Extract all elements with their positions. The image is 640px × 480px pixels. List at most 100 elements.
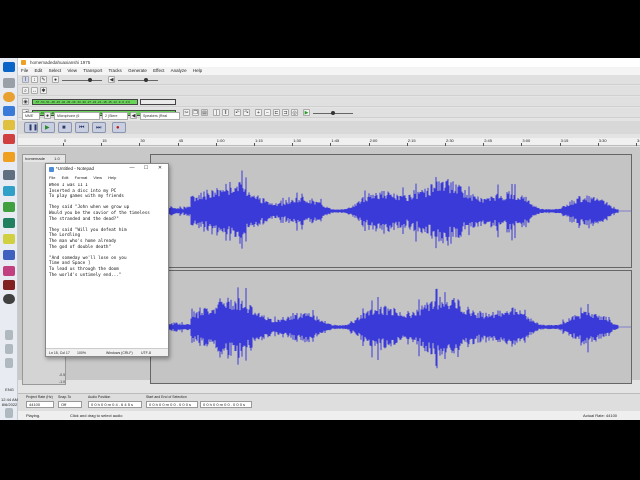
selection-tool-icon[interactable]: I bbox=[22, 76, 29, 83]
track-name: homemade bbox=[25, 156, 46, 161]
play-button[interactable]: ▶ bbox=[41, 122, 55, 133]
skip-end-button[interactable]: ⏭ bbox=[92, 122, 106, 133]
draw-tool-icon[interactable]: ✎ bbox=[40, 76, 47, 83]
recording-channels-select[interactable]: 2 (Stere bbox=[102, 112, 128, 120]
menu-tracks[interactable]: Tracks bbox=[108, 68, 121, 73]
window-titlebar: homemadedahuaxianshi 1975 bbox=[18, 58, 640, 67]
waveform-left-channel[interactable] bbox=[150, 154, 632, 268]
notepad-menu-format[interactable]: Format bbox=[75, 175, 88, 180]
notepad-menu-file[interactable]: File bbox=[49, 175, 55, 180]
menu-bar: File Edit Select View Transport Tracks G… bbox=[18, 67, 640, 75]
app-icon[interactable] bbox=[3, 134, 15, 144]
ruler-tick-label: 3:15 bbox=[559, 138, 569, 146]
notepad-encoding: UTF-8 bbox=[141, 351, 151, 355]
record-meter[interactable]: -57 -54 -51 -48 -45 -42 -39 -36 -33 -30 … bbox=[32, 99, 138, 105]
app-icon[interactable] bbox=[3, 250, 15, 260]
selection-label: Start and End of Selection bbox=[146, 395, 187, 399]
volume-icon[interactable] bbox=[5, 358, 13, 368]
selection-toolbar: Project Rate (Hz) 44100 Snap-To Off Audi… bbox=[18, 393, 640, 411]
recording-device-select[interactable]: Microphone (6 bbox=[54, 112, 100, 120]
notepad-titlebar[interactable]: *Untitled - Notepad — ☐ ✕ bbox=[46, 164, 168, 174]
record-button[interactable]: ● bbox=[112, 122, 126, 133]
status-actual-rate: Actual Rate: 44100 bbox=[583, 413, 618, 418]
ruler-tick-label: 0 bbox=[62, 138, 67, 146]
status-bar: Playing. Click and drag to select audio … bbox=[18, 411, 640, 420]
envelope-tool-icon[interactable]: ↕ bbox=[31, 76, 38, 83]
menu-edit[interactable]: Edit bbox=[35, 68, 43, 73]
notepad-line: Would you be the savior of the timeless bbox=[49, 210, 150, 216]
notepad-text-area[interactable]: When I was 11 I Inserted a disc into my P… bbox=[49, 183, 165, 347]
skip-start-button[interactable]: ⏮ bbox=[75, 122, 89, 133]
snap-to-select[interactable]: Off bbox=[58, 401, 82, 408]
ruler-tick-label: 1:45 bbox=[330, 138, 340, 146]
audacity-icon[interactable] bbox=[3, 152, 15, 162]
waveform-right-channel[interactable] bbox=[150, 270, 632, 384]
start-icon[interactable] bbox=[3, 62, 15, 72]
tools-toolbar: I ↕ ✎ ● ◀ bbox=[18, 75, 640, 85]
playback-volume-slider[interactable] bbox=[118, 78, 158, 82]
scale-label: -0.5 bbox=[59, 373, 66, 377]
app-icon[interactable] bbox=[3, 218, 15, 228]
selection-end-field[interactable]: 0 0 h 0 0 m 0 0 . 0 0 0 s bbox=[200, 401, 252, 408]
timeshift-tool-icon[interactable]: ↔ bbox=[31, 87, 38, 94]
notepad-menu-view[interactable]: View bbox=[93, 175, 102, 180]
app-icon[interactable] bbox=[3, 186, 15, 196]
notepad-cursor-position: Ln 15, Col 17 bbox=[49, 351, 70, 355]
app-icon[interactable] bbox=[3, 280, 15, 290]
multi-tool-icon[interactable]: ✱ bbox=[40, 87, 47, 94]
menu-transport[interactable]: Transport bbox=[83, 68, 102, 73]
taskbar-clock[interactable]: ENG 12:44 AM 8/6/2022 bbox=[1, 387, 18, 407]
menu-analyze[interactable]: Analyze bbox=[171, 68, 187, 73]
ruler-tick-label: 15 bbox=[101, 138, 107, 146]
close-icon[interactable]: ✕ bbox=[154, 164, 166, 173]
selection-start-field[interactable]: 0 0 h 0 0 m 0 0 . 0 0 0 s bbox=[146, 401, 198, 408]
menu-generate[interactable]: Generate bbox=[128, 68, 147, 73]
pause-button[interactable]: ❚❚ bbox=[24, 122, 38, 133]
audio-position-field[interactable]: 0 0 h 0 0 m 0 4 . 6 4 5 s bbox=[88, 401, 142, 408]
app-icon[interactable] bbox=[3, 202, 15, 212]
menu-select[interactable]: Select bbox=[49, 68, 62, 73]
maximize-icon[interactable]: ☐ bbox=[140, 164, 152, 173]
network-icon[interactable] bbox=[5, 344, 13, 354]
zoom-tool-icon[interactable]: ⌕ bbox=[22, 87, 29, 94]
app-icon[interactable] bbox=[3, 170, 15, 180]
app-icon[interactable] bbox=[3, 294, 15, 304]
audio-position-label: Audio Position bbox=[88, 395, 111, 399]
folder-icon[interactable] bbox=[3, 120, 15, 130]
menu-file[interactable]: File bbox=[21, 68, 28, 73]
notifications-icon[interactable] bbox=[5, 408, 13, 418]
ruler-tick-label: 3:30 bbox=[597, 138, 607, 146]
chrome-icon[interactable] bbox=[3, 92, 15, 102]
notepad-window[interactable]: *Untitled - Notepad — ☐ ✕ File Edit Form… bbox=[45, 163, 169, 357]
notepad-menu-edit[interactable]: Edit bbox=[62, 175, 69, 180]
menu-effect[interactable]: Effect bbox=[153, 68, 164, 73]
notepad-menu-help[interactable]: Help bbox=[108, 175, 116, 180]
search-icon[interactable] bbox=[3, 78, 15, 88]
project-rate-select[interactable]: 44100 bbox=[26, 401, 54, 408]
chevron-up-icon[interactable] bbox=[5, 330, 13, 340]
edge-icon[interactable] bbox=[3, 106, 15, 116]
ruler-tick-label: 30 bbox=[139, 138, 145, 146]
microphone-device-icon: ● bbox=[44, 112, 51, 119]
stop-button[interactable]: ■ bbox=[58, 122, 72, 133]
notepad-title: *Untitled - Notepad bbox=[56, 166, 95, 171]
menu-view[interactable]: View bbox=[67, 68, 77, 73]
timeline-ruler[interactable]: 0 15 30 45 1:00 1:15 1:30 1:45 2:00 2:15 2:30 2:45 3… bbox=[18, 138, 640, 146]
minimize-icon[interactable]: — bbox=[126, 164, 138, 173]
notepad-icon bbox=[49, 167, 54, 172]
record-meter-scale bbox=[140, 99, 176, 105]
notepad-line-endings: Windows (CRLF) bbox=[106, 351, 133, 355]
app-icon[interactable] bbox=[3, 266, 15, 276]
tools-toolbar-2: ⌕ ↔ ✱ bbox=[18, 86, 640, 96]
ruler-tick-label: 45 bbox=[177, 138, 184, 146]
language-indicator[interactable]: ENG bbox=[1, 387, 18, 392]
notepad-icon[interactable] bbox=[3, 234, 15, 244]
audio-host-select[interactable]: MME bbox=[22, 112, 40, 120]
menu-help[interactable]: Help bbox=[193, 68, 202, 73]
notepad-status-bar: Ln 15, Col 17 100% Windows (CRLF) UTF-8 bbox=[46, 348, 168, 356]
playback-device-select[interactable]: Speakers (Real bbox=[140, 112, 180, 120]
track-name-button[interactable]: homemade 1.0 bbox=[23, 155, 65, 162]
record-volume-slider[interactable] bbox=[62, 78, 102, 82]
project-rate-label: Project Rate (Hz) bbox=[26, 395, 53, 399]
device-toolbar: MME ● Microphone (6 2 (Stere ◀ Speakers … bbox=[18, 109, 640, 121]
